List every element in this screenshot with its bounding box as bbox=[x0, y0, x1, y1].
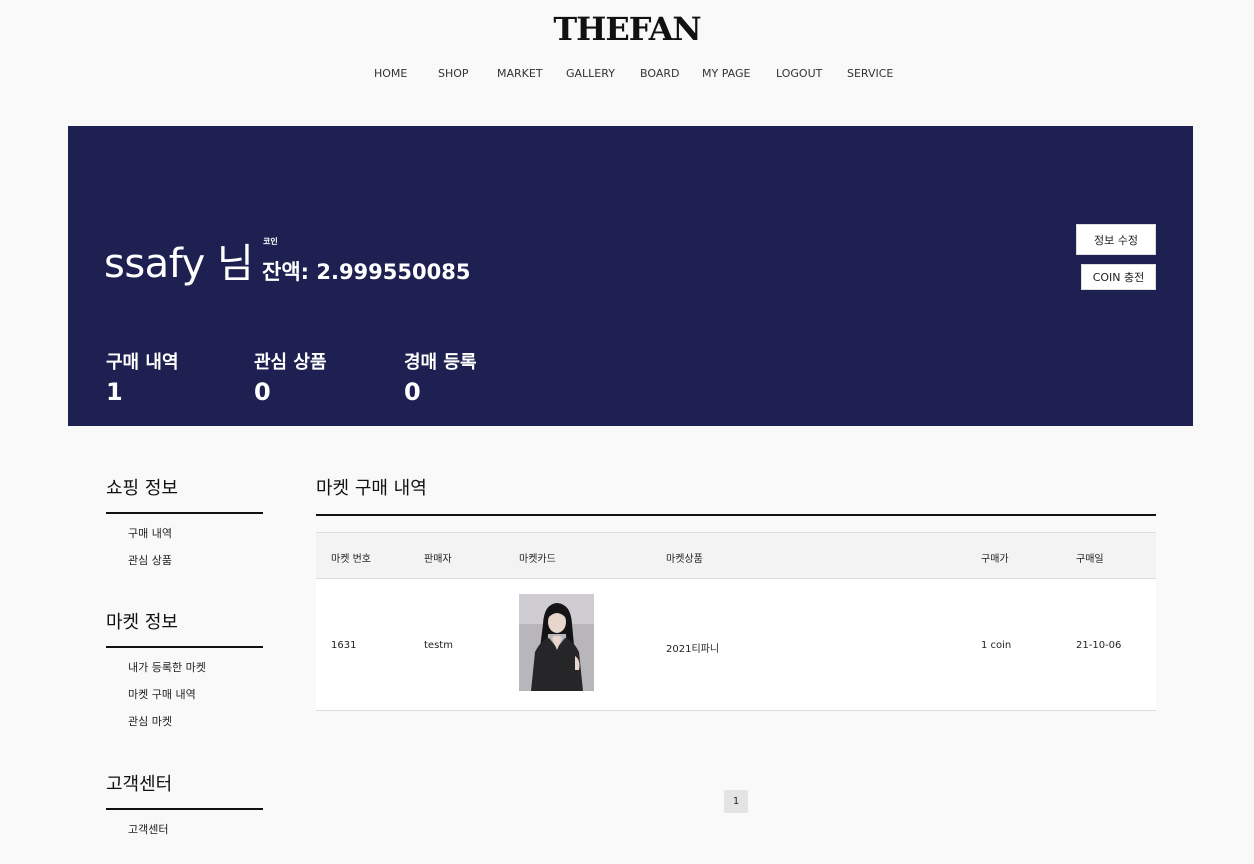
cell-market-id: 1631 bbox=[331, 640, 357, 651]
nav-shop[interactable]: SHOP bbox=[438, 67, 469, 80]
stat-value: 0 bbox=[404, 378, 421, 406]
cell-date: 21-10-06 bbox=[1076, 640, 1122, 651]
nav-service[interactable]: SERVICE bbox=[847, 67, 893, 80]
column-header: 마켓카드 bbox=[519, 554, 556, 565]
nav-home[interactable]: HOME bbox=[374, 67, 407, 80]
column-header: 마켓 번호 bbox=[331, 554, 371, 565]
stat-label: 구매 내역 bbox=[106, 352, 179, 373]
column-header: 판매자 bbox=[424, 554, 452, 565]
sidebar-section-title: 마켓 정보 bbox=[106, 610, 263, 648]
nav-market[interactable]: MARKET bbox=[497, 67, 543, 80]
site-logo[interactable]: THEFAN bbox=[0, 10, 1254, 48]
sidebar-item-purchases[interactable]: 구매 내역 bbox=[106, 520, 263, 547]
stat-value: 1 bbox=[106, 378, 123, 406]
table-header: 마켓 번호 판매자 마켓카드 마켓상품 구매가 구매일 bbox=[316, 532, 1156, 579]
stat-purchases[interactable]: 구매 내역 1 bbox=[106, 348, 179, 406]
main-nav: HOME SHOP MARKET GALLERY BOARD MY PAGE L… bbox=[360, 67, 900, 83]
profile-banner: ssafy 님 코인 잔액: 2.999550085 정보 수정 COIN 충전… bbox=[68, 126, 1193, 426]
sidebar-item-market-wishlist[interactable]: 관심 마켓 bbox=[106, 708, 263, 735]
cell-seller: testm bbox=[424, 640, 453, 651]
sidebar-item-support[interactable]: 고객센터 bbox=[106, 816, 263, 843]
sidebar-section-title: 쇼핑 정보 bbox=[106, 476, 263, 514]
market-card-image[interactable] bbox=[519, 594, 594, 691]
card-photo-illustration bbox=[519, 594, 594, 691]
pagination-page-1[interactable]: 1 bbox=[724, 790, 748, 813]
stat-label: 관심 상품 bbox=[254, 352, 327, 373]
column-header: 마켓상품 bbox=[666, 554, 703, 565]
cell-product[interactable]: 2021티파니 bbox=[666, 640, 719, 655]
page-title: 마켓 구매 내역 bbox=[316, 476, 1156, 516]
cell-price: 1 coin bbox=[981, 640, 1012, 651]
coin-balance: 잔액: 2.999550085 bbox=[262, 260, 471, 284]
column-header: 구매가 bbox=[981, 554, 1009, 565]
sidebar-item-market-purchases[interactable]: 마켓 구매 내역 bbox=[106, 681, 263, 708]
nav-gallery[interactable]: GALLERY bbox=[566, 67, 615, 80]
nav-logout[interactable]: LOGOUT bbox=[776, 67, 822, 80]
nav-my-page[interactable]: MY PAGE bbox=[702, 67, 750, 80]
stat-auctions[interactable]: 경매 등록 0 bbox=[404, 348, 477, 406]
sidebar-section-shopping: 쇼핑 정보 구매 내역 관심 상품 bbox=[106, 476, 263, 574]
table-row[interactable]: 1631 testm 2021티파니 1 coin 21-10-06 bbox=[316, 579, 1156, 711]
sidebar-item-wishlist[interactable]: 관심 상품 bbox=[106, 547, 263, 574]
nav-board[interactable]: BOARD bbox=[640, 67, 679, 80]
sidebar-section-title: 고객센터 bbox=[106, 772, 263, 810]
sidebar-section-market: 마켓 정보 내가 등록한 마켓 마켓 구매 내역 관심 마켓 bbox=[106, 610, 263, 735]
main-content: 마켓 구매 내역 마켓 번호 판매자 마켓카드 마켓상품 구매가 구매일 163… bbox=[316, 476, 1156, 813]
username: ssafy 님 bbox=[104, 241, 254, 287]
coin-label: 코인 bbox=[263, 237, 278, 246]
charge-coin-button[interactable]: COIN 충전 bbox=[1081, 264, 1156, 290]
stat-wishlist[interactable]: 관심 상품 0 bbox=[254, 348, 327, 406]
purchase-table: 마켓 번호 판매자 마켓카드 마켓상품 구매가 구매일 1631 testm 2… bbox=[316, 532, 1156, 813]
edit-profile-button[interactable]: 정보 수정 bbox=[1076, 224, 1156, 255]
stat-value: 0 bbox=[254, 378, 271, 406]
stat-label: 경매 등록 bbox=[404, 352, 477, 373]
site-header: THEFAN HOME SHOP MARKET GALLERY BOARD MY… bbox=[0, 0, 1254, 100]
sidebar-item-my-markets[interactable]: 내가 등록한 마켓 bbox=[106, 654, 263, 681]
sidebar-section-support: 고객센터 고객센터 bbox=[106, 772, 263, 843]
column-header: 구매일 bbox=[1076, 554, 1104, 565]
